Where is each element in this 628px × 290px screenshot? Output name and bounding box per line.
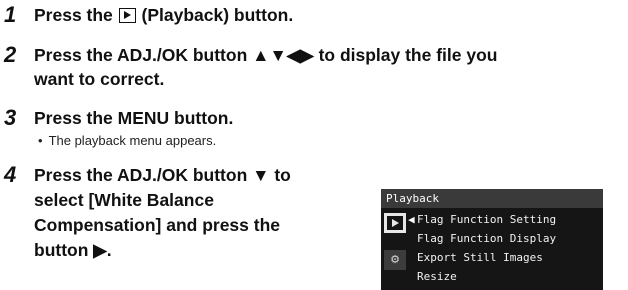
step-number: 3 [4,105,17,130]
menu-item-export-still-images[interactable]: Export Still Images [417,251,543,265]
playback-icon [118,8,136,23]
step-text-part: Press the ADJ./OK button [34,165,253,185]
step-number: 4 [4,162,17,187]
play-triangle-icon [392,219,399,227]
bullet: • [38,133,43,148]
step-number: 2 [4,42,17,67]
setup-tab-icon[interactable]: ⚙ [384,250,406,270]
step-number: 1 [4,2,17,27]
menu-header: Playback [381,189,603,208]
step-text-part: Press the ADJ./OK button [34,45,253,65]
step-text-part: . [106,240,112,260]
step-text-after: (Playback) button. [136,5,294,25]
step-text-line-4: button ▶. [34,237,112,263]
left-caret-icon: ◀ [408,213,415,226]
step-text: Press the (Playback) button. [34,2,293,28]
step-text-part: to display the file you [313,45,498,65]
step-text-line-1: Press the ADJ./OK button ▲▼◀▶ to display… [34,42,497,68]
down-arrow-icon: ▼ [252,165,270,185]
step-text-before: Press the [34,5,118,25]
right-arrow-icon: ▶ [93,240,107,260]
step-text-line-3: Compensation] and press the [34,215,281,235]
step-text-line-1: Press the ADJ./OK button ▼ to [34,162,291,188]
camera-lcd-screen: Playback ⚙ ◀ Flag Function Setting Flag … [381,189,603,290]
menu-item-flag-function-display[interactable]: Flag Function Display [417,232,556,246]
step-note: • The playback menu appears. [38,132,216,150]
step-note-text: The playback menu appears. [48,133,217,148]
step-text-part: to [269,165,291,185]
step-text-line-2: select [White Balance [34,190,214,210]
playback-tab-icon[interactable] [384,213,406,233]
menu-tab-column: ⚙ [381,208,409,290]
step-text-part: button [34,240,94,260]
menu-item-flag-function-setting[interactable]: Flag Function Setting [417,213,556,227]
step-text: Press the MENU button. [34,108,234,128]
direction-arrows-icon: ▲▼◀▶ [252,45,314,65]
step-text-line-2: want to correct. [34,69,165,89]
menu-item-resize[interactable]: Resize [417,270,457,284]
